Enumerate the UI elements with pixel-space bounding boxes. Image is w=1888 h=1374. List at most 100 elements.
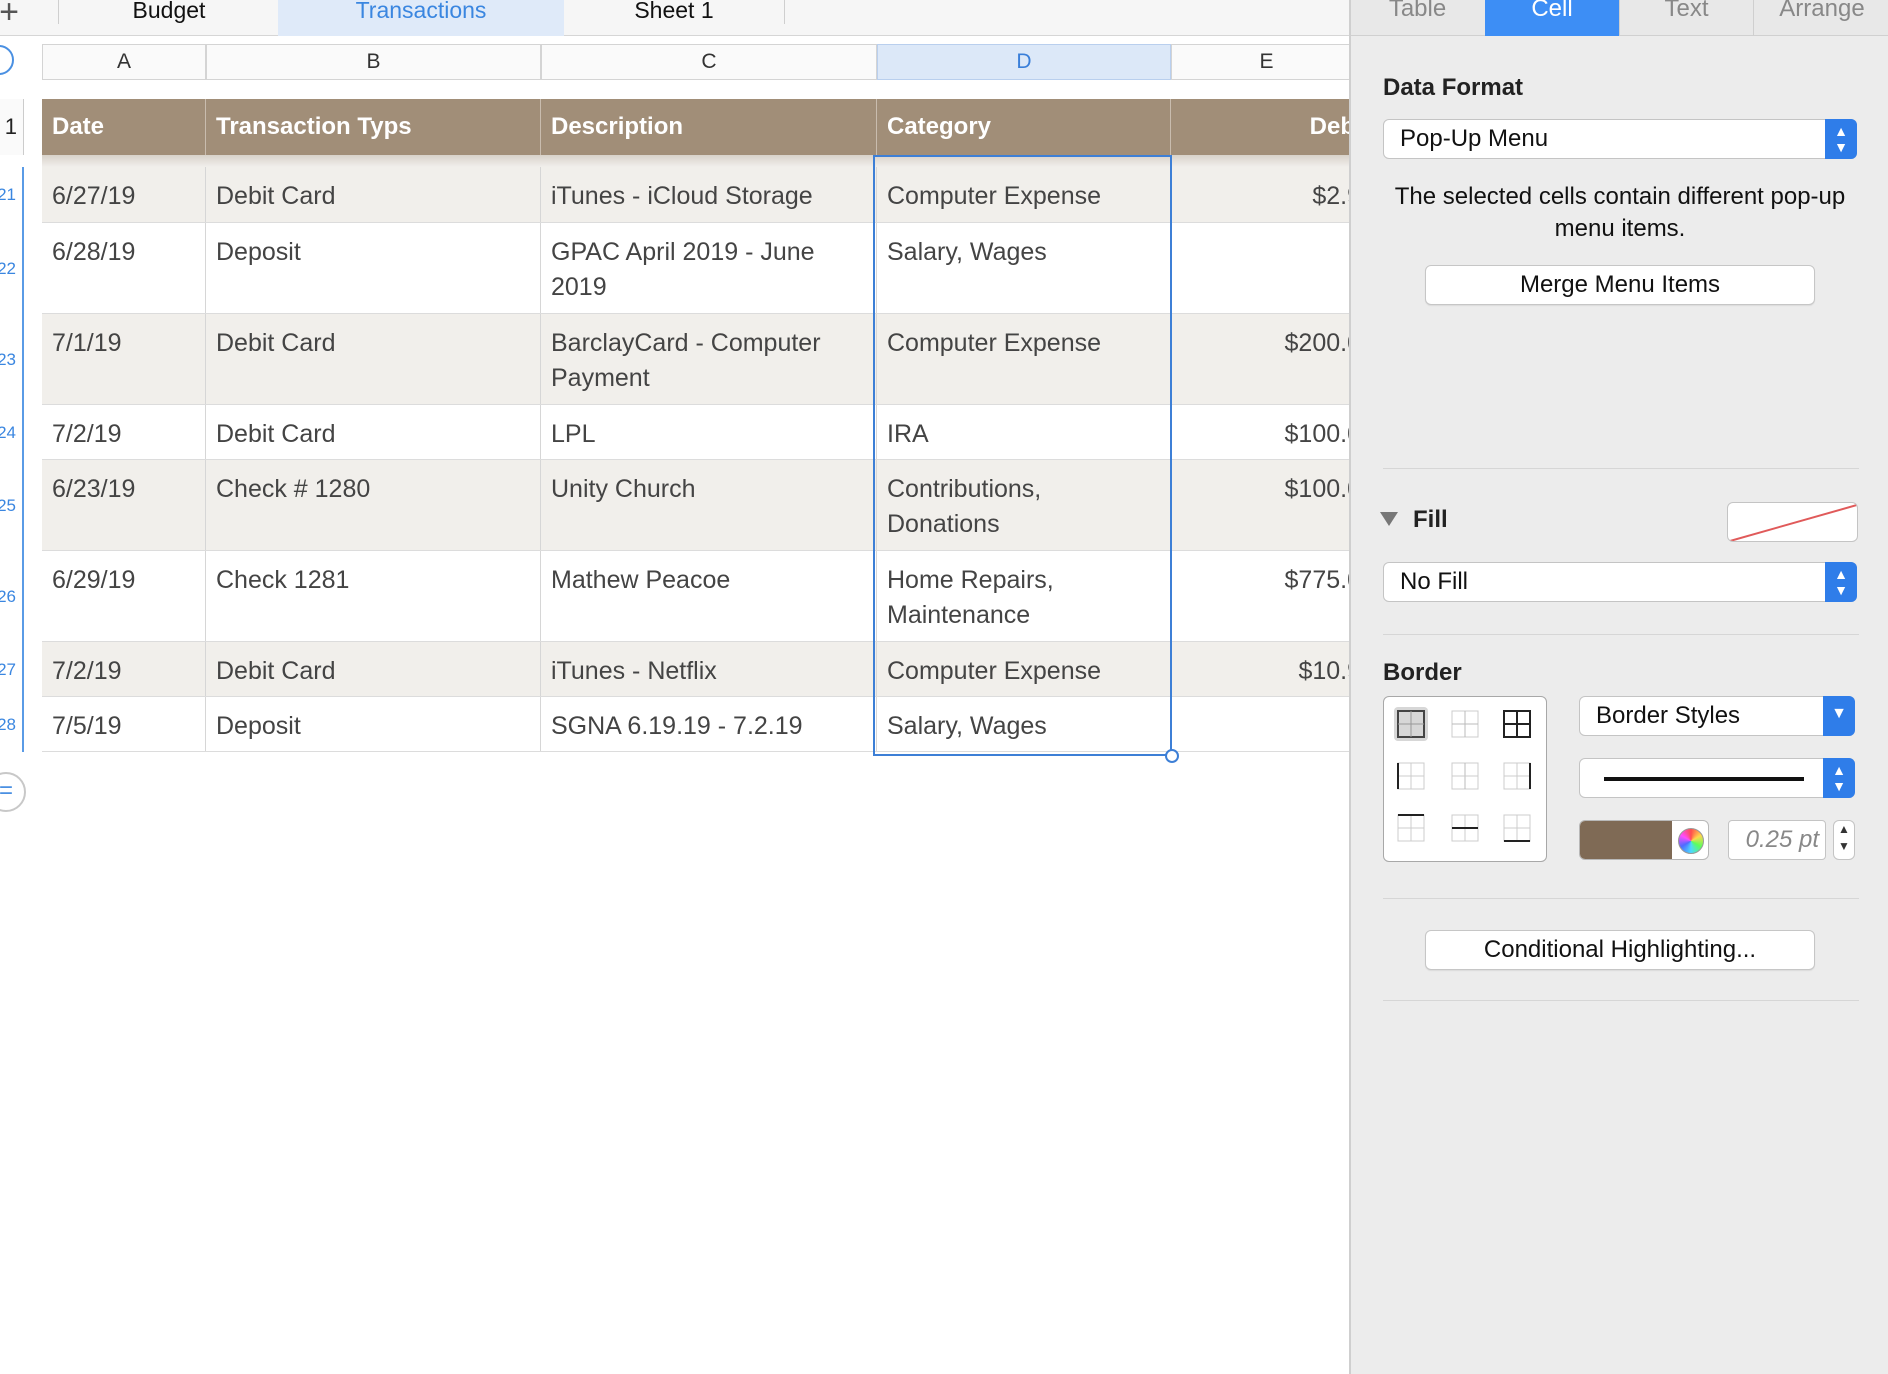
cell-date[interactable]: 6/27/19 [42,167,206,222]
inspector-tab-table[interactable]: Table [1351,0,1484,36]
tab-divider [58,0,59,24]
cell-transaction-type[interactable]: Debit Card [206,314,541,404]
cell-description[interactable]: SGNA 6.19.19 - 7.2.19 [541,697,877,751]
section-divider [1383,468,1859,469]
row-header[interactable]: 24 [0,405,24,460]
cell-transaction-type[interactable]: Check # 1280 [206,460,541,550]
cell-category[interactable]: IRA [877,405,1171,459]
sheet-tab-bar: + Budget Transactions Sheet 1 [0,0,1349,36]
row-header[interactable]: 22 [0,223,24,314]
cell-debit[interactable]: $100.0 [1171,460,1349,550]
inspector-tab-cell[interactable]: Cell [1485,0,1619,36]
add-sheet-button[interactable]: + [0,0,24,32]
row-header[interactable]: 23 [0,314,24,405]
border-inner-icon[interactable] [1448,707,1482,741]
fill-color-swatch[interactable] [1727,502,1858,542]
tab-sheet-1[interactable]: Sheet 1 [564,0,784,36]
cell-date[interactable]: 6/23/19 [42,460,206,550]
tab-budget[interactable]: Budget [60,0,278,36]
cell-description[interactable]: GPAC April 2019 - June 2019 [541,223,877,313]
cell-transaction-type[interactable]: Debit Card [206,167,541,222]
cell-date[interactable]: 7/1/19 [42,314,206,404]
cell-debit[interactable] [1171,223,1349,313]
row-header[interactable]: 28 [0,697,24,752]
border-width-field[interactable]: 0.25 pt [1728,820,1826,860]
border-right-icon[interactable] [1500,759,1534,793]
cell-category[interactable]: Salary, Wages [877,697,1171,751]
data-format-info-text: The selected cells contain different pop… [1394,183,1846,242]
cell-date[interactable]: 7/2/19 [42,405,206,459]
inspector-tab-arrange[interactable]: Arrange [1754,0,1888,36]
border-color-well[interactable] [1579,820,1709,860]
border-top-icon[interactable] [1394,811,1428,845]
cell-date[interactable]: 7/2/19 [42,642,206,696]
cell-description[interactable]: iTunes - Netflix [541,642,877,696]
header-cell-category[interactable]: Category [877,99,1171,155]
cell-debit[interactable]: $775.0 [1171,551,1349,641]
cell-transaction-type[interactable]: Deposit [206,223,541,313]
cell-category[interactable]: Computer Expense [877,642,1171,696]
column-header-b[interactable]: B [206,44,541,80]
cell-description[interactable]: BarclayCard - Computer Payment [541,314,877,404]
cell-category[interactable]: Computer Expense [877,167,1171,222]
column-header-c[interactable]: C [541,44,877,80]
border-styles-popup[interactable]: Border Styles ▼ [1579,696,1855,736]
border-vertical-inner-icon[interactable] [1448,759,1482,793]
cell-category[interactable]: Contributions, Donations [877,460,1171,550]
cell-transaction-type[interactable]: Debit Card [206,405,541,459]
tab-transactions[interactable]: Transactions [278,0,564,36]
border-color-swatch[interactable] [1580,821,1672,859]
table-row: 6/28/19 Deposit GPAC April 2019 - June 2… [42,223,1349,314]
cell-transaction-type[interactable]: Check 1281 [206,551,541,641]
select-all-circle[interactable] [0,45,14,75]
header-cell-transaction-type[interactable]: Transaction Typs [206,99,541,155]
border-width-stepper[interactable]: ▲ ▼ [1833,820,1855,860]
column-header-a[interactable]: A [42,44,206,80]
row-header[interactable]: 26 [0,551,24,642]
cell-description[interactable]: Mathew Peacoe [541,551,877,641]
cell-debit[interactable] [1171,697,1349,751]
row-header[interactable]: 21 [0,167,24,223]
selection-resize-handle[interactable] [1165,749,1179,763]
cell-transaction-type[interactable]: Deposit [206,697,541,751]
add-row-column-control[interactable]: = [0,772,26,812]
conditional-highlighting-button[interactable]: Conditional Highlighting... [1425,930,1815,970]
data-format-popup[interactable]: Pop-Up Menu ▲ ▼ [1383,119,1857,159]
tab-divider [784,0,785,24]
cell-category[interactable]: Salary, Wages [877,223,1171,313]
cell-date[interactable]: 7/5/19 [42,697,206,751]
cell-description[interactable]: iTunes - iCloud Storage [541,167,877,222]
header-cell-debit[interactable]: Deb [1171,99,1349,155]
merge-menu-items-button[interactable]: Merge Menu Items [1425,265,1815,305]
header-cell-date[interactable]: Date [42,99,206,155]
fill-type-popup[interactable]: No Fill ▲ ▼ [1383,562,1857,602]
border-bottom-icon[interactable] [1500,811,1534,845]
cell-debit[interactable]: $200.0 [1171,314,1349,404]
cell-category[interactable]: Computer Expense [877,314,1171,404]
header-cell-description[interactable]: Description [541,99,877,155]
cell-debit[interactable]: $100.0 [1171,405,1349,459]
cell-description[interactable]: Unity Church [541,460,877,550]
border-horizontal-inner-icon[interactable] [1448,811,1482,845]
fill-disclosure-triangle-icon[interactable] [1380,512,1398,526]
border-line-style-popup[interactable]: ▲ ▼ [1579,758,1855,798]
row-header[interactable]: 27 [0,642,24,697]
row-header[interactable]: 25 [0,460,24,551]
inspector-tab-text[interactable]: Text [1620,0,1753,36]
color-wheel-icon[interactable] [1678,828,1704,854]
border-left-icon[interactable] [1394,759,1428,793]
column-header-e[interactable]: E [1171,44,1349,80]
column-header-d[interactable]: D [877,44,1171,80]
cell-date[interactable]: 6/29/19 [42,551,206,641]
cell-category[interactable]: Home Repairs, Maintenance [877,551,1171,641]
cell-debit[interactable]: $10.9 [1171,642,1349,696]
cell-description[interactable]: LPL [541,405,877,459]
border-all-icon[interactable] [1394,707,1428,741]
chevron-down-icon: ▼ [1823,696,1855,736]
border-label: Border [1383,659,1462,686]
row-header-1[interactable]: 1 [0,99,24,155]
cell-debit[interactable]: $2.9 [1171,167,1349,222]
cell-transaction-type[interactable]: Debit Card [206,642,541,696]
border-outer-grid-icon[interactable] [1500,707,1534,741]
cell-date[interactable]: 6/28/19 [42,223,206,313]
